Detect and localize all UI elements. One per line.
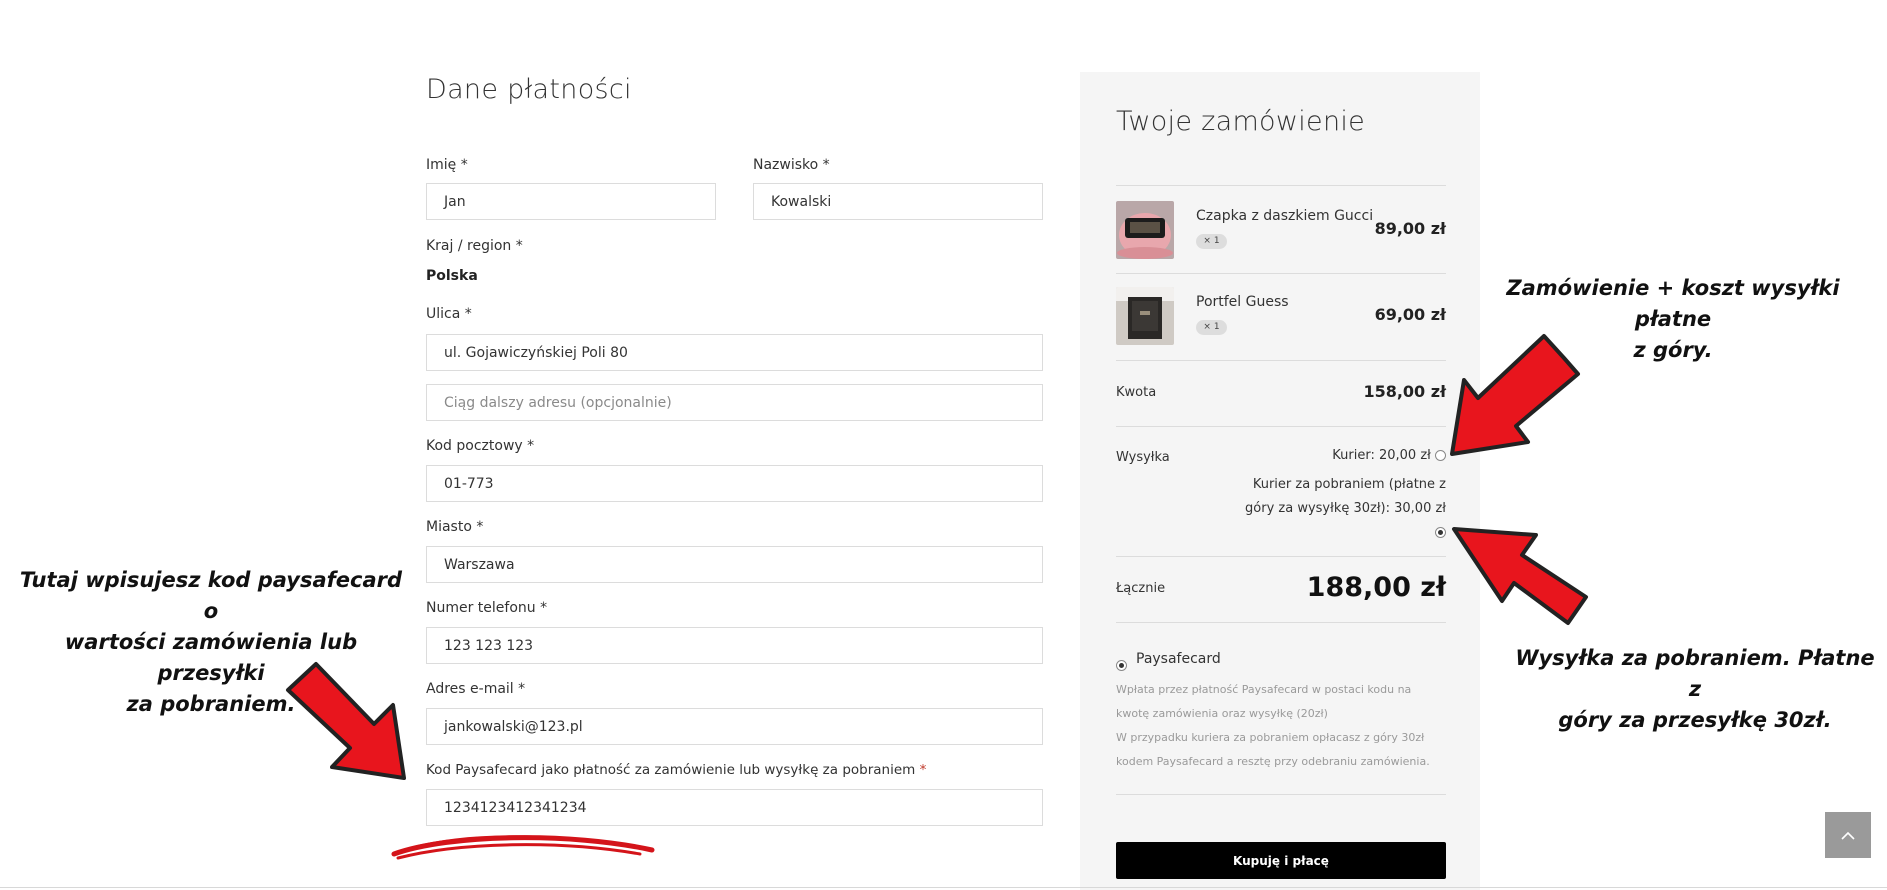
shipping-option-courier[interactable]: Kurier: 20,00 zł bbox=[1332, 444, 1446, 468]
country-value: Polska bbox=[426, 268, 478, 284]
red-arrow-icon bbox=[1450, 334, 1580, 456]
page-bottom-rule bbox=[0, 887, 1887, 888]
annotation-line: Wysyłka za pobraniem. Płatne z bbox=[1515, 646, 1875, 701]
postcode-field[interactable]: 01-773 bbox=[426, 465, 1043, 502]
street-label: Ulica * bbox=[426, 306, 472, 322]
city-label: Miasto * bbox=[426, 519, 484, 535]
red-arrow-icon bbox=[286, 662, 406, 780]
email-field[interactable]: jankowalski@123.pl bbox=[426, 708, 1043, 745]
order-title: Twoje zamówienie bbox=[1116, 106, 1366, 137]
phone-field[interactable]: 123 123 123 bbox=[426, 627, 1043, 664]
shipping-label: Wysyłka bbox=[1116, 450, 1170, 465]
product-name: Portfel Guess bbox=[1196, 294, 1289, 310]
shipping-option-cod-label-1: Kurier za pobraniem (płatne z bbox=[1252, 477, 1446, 492]
annotation-line: góry za przesyłkę 30zł. bbox=[1558, 708, 1832, 732]
street-field[interactable]: ul. Gojawiczyńskiej Poli 80 bbox=[426, 334, 1043, 371]
shipping-option-cod-label-2: góry za wysyłkę 30zł): 30,00 zł bbox=[1245, 501, 1446, 516]
product-name: Czapka z daszkiem Gucci bbox=[1196, 208, 1374, 224]
place-order-button[interactable]: Kupuję i płacę bbox=[1116, 842, 1446, 879]
annotation-line: Zamówienie + koszt wysyłki płatne bbox=[1506, 276, 1840, 331]
divider bbox=[1116, 426, 1446, 427]
first-name-label: Imię * bbox=[426, 157, 468, 173]
payment-radio-paysafecard[interactable] bbox=[1116, 655, 1127, 674]
red-arrow-icon bbox=[1452, 527, 1588, 625]
subtotal-value: 158,00 zł bbox=[1363, 382, 1446, 401]
country-label: Kraj / region * bbox=[426, 238, 523, 254]
divider bbox=[1116, 556, 1446, 557]
city-field[interactable]: Warszawa bbox=[426, 546, 1043, 583]
payment-desc-line: Wpłata przez płatność Paysafecard w post… bbox=[1116, 683, 1412, 696]
total-label: Łącznie bbox=[1116, 581, 1166, 596]
divider bbox=[1116, 273, 1446, 274]
phone-label: Numer telefonu * bbox=[426, 600, 548, 616]
order-summary-panel: Twoje zamówienie Czapka z daszkiem Gucci… bbox=[1080, 72, 1480, 890]
product-qty-badge: × 1 bbox=[1196, 234, 1227, 249]
last-name-field[interactable]: Kowalski bbox=[753, 183, 1043, 220]
red-brush-stroke-icon bbox=[391, 835, 655, 860]
product-price: 89,00 zł bbox=[1374, 219, 1446, 238]
email-label: Adres e-mail * bbox=[426, 681, 526, 697]
payment-method-label: Paysafecard bbox=[1136, 651, 1221, 667]
postcode-label: Kod pocztowy * bbox=[426, 438, 535, 454]
product-thumbnail-wallet bbox=[1116, 287, 1174, 345]
payment-desc-line: W przypadku kuriera za pobraniem opłacas… bbox=[1116, 731, 1425, 744]
divider bbox=[1116, 622, 1446, 623]
product-thumbnail-cap bbox=[1116, 201, 1174, 259]
street-line2-field[interactable]: Ciąg dalszy adresu (opcjonalnie) bbox=[426, 384, 1043, 421]
scroll-to-top-button[interactable] bbox=[1825, 812, 1871, 858]
payment-description: Wpłata przez płatność Paysafecard w post… bbox=[1116, 678, 1446, 774]
divider bbox=[1116, 185, 1446, 186]
chevron-up-icon bbox=[1841, 831, 1855, 840]
total-value: 188,00 zł bbox=[1306, 572, 1446, 603]
paysafecard-label: Kod Paysafecard jako płatność za zamówie… bbox=[426, 762, 927, 778]
divider bbox=[1116, 360, 1446, 361]
subtotal-label: Kwota bbox=[1116, 385, 1157, 400]
shipping-option-cod[interactable]: Kurier za pobraniem (płatne z góry za wy… bbox=[1245, 473, 1446, 545]
divider bbox=[1116, 794, 1446, 795]
paysafecard-field[interactable]: 1234123412341234 bbox=[426, 789, 1043, 826]
product-qty-badge: × 1 bbox=[1196, 320, 1227, 335]
product-price: 69,00 zł bbox=[1374, 305, 1446, 324]
annotation-cod-shipping: Wysyłka za pobraniem. Płatne z góry za p… bbox=[1510, 643, 1880, 736]
annotation-line: Tutaj wpisujesz kod paysafecard o bbox=[19, 568, 403, 623]
first-name-field[interactable]: Jan bbox=[426, 183, 716, 220]
payment-desc-line: kodem Paysafecard a resztę przy odebrani… bbox=[1116, 755, 1430, 768]
last-name-label: Nazwisko * bbox=[753, 157, 830, 173]
shipping-option-courier-label: Kurier: 20,00 zł bbox=[1332, 448, 1431, 463]
billing-title: Dane płatności bbox=[426, 74, 632, 105]
payment-desc-line: kwotę zamówienia oraz wysyłkę (20zł) bbox=[1116, 707, 1328, 720]
